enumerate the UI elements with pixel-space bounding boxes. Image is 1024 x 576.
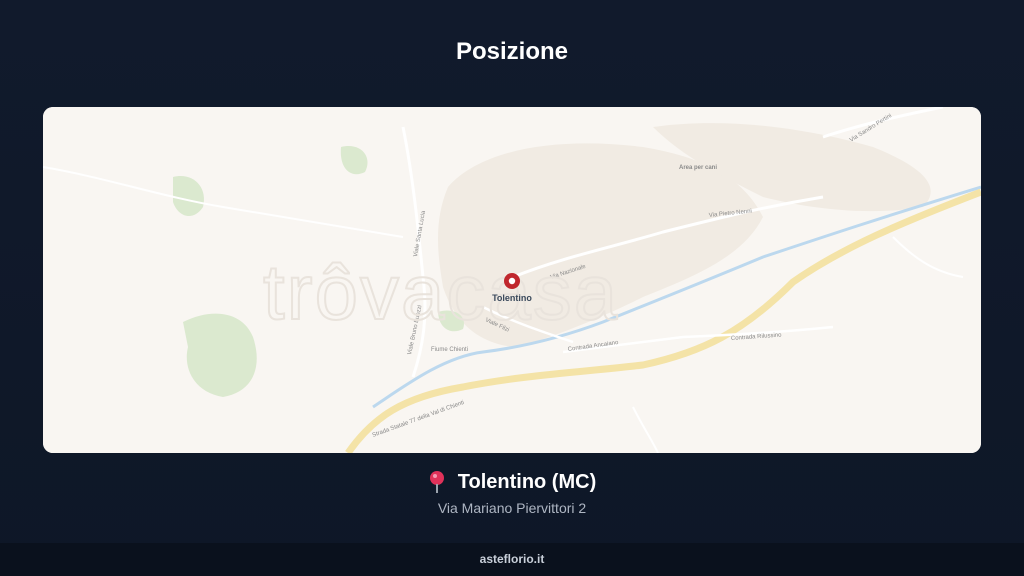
footer-site-link[interactable]: asteflorio.it — [480, 552, 545, 566]
map-canvas: Via Nazionale Viale Filzi Fiume Chienti … — [43, 107, 981, 453]
city-name: Tolentino (MC) — [457, 470, 597, 493]
address: Via Mariano Piervittori 2 — [437, 500, 587, 516]
map-pin-icon — [428, 470, 446, 494]
label-area-per-cani: Area per cani — [679, 165, 717, 171]
page-title: Posizione — [455, 38, 569, 65]
marker-label: Tolentino — [492, 293, 532, 303]
map[interactable]: Via Nazionale Viale Filzi Fiume Chienti … — [43, 107, 981, 453]
location-row: Tolentino (MC) — [0, 470, 1024, 494]
label-fiume-chienti: Fiume Chienti — [431, 347, 468, 353]
location-marker[interactable] — [504, 273, 520, 289]
footer: asteflorio.it — [0, 543, 1024, 576]
trovacasa-watermark: trôvacasa — [263, 248, 619, 336]
